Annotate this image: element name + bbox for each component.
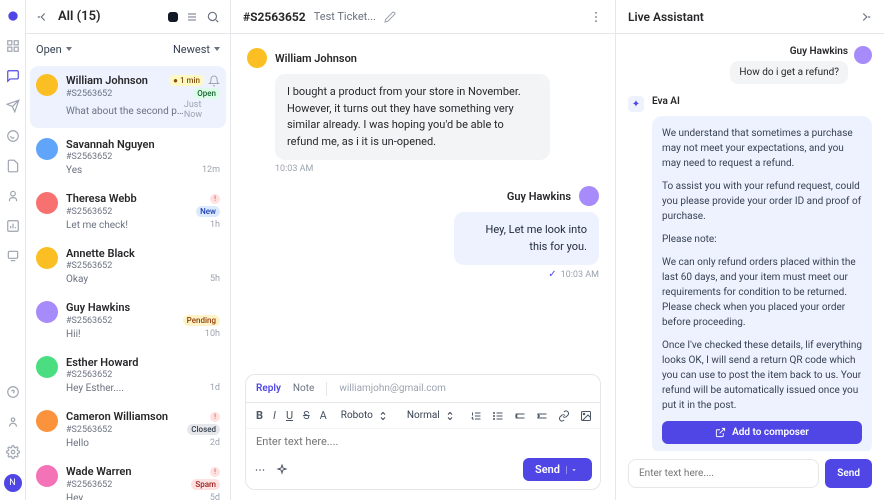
more-icon[interactable]	[254, 464, 266, 476]
sort-filter[interactable]: Newest	[173, 43, 220, 56]
avatar	[36, 465, 58, 487]
message-time: 10:03 AM	[275, 164, 599, 174]
doc-icon[interactable]	[5, 158, 21, 174]
avatar	[36, 74, 58, 96]
link-icon[interactable]	[558, 410, 570, 422]
composer: Reply Note williamjohn@gmail.com B I U S…	[245, 374, 601, 490]
ticket-id: #S2563652	[243, 10, 306, 24]
bell-icon	[208, 75, 220, 87]
warn-icon	[210, 194, 220, 204]
conversation-item[interactable]: Guy Hawkins #S2563652Pending Hii!10h	[26, 293, 230, 348]
check-icon: ✓	[548, 269, 556, 280]
conversation-item[interactable]: William Johnson● 1 min #S2563652Open Wha…	[30, 66, 226, 128]
text-style-icon[interactable]: A	[320, 409, 327, 422]
device-icon[interactable]	[5, 248, 21, 264]
message-bubble: I bought a product from your store in No…	[275, 74, 550, 160]
conversation-item[interactable]: Annette Black #S2563652 Okay5h	[26, 239, 230, 293]
filter-row: Open Newest	[26, 34, 230, 64]
help-icon[interactable]	[5, 384, 21, 400]
avatar	[36, 138, 58, 160]
avatar	[247, 48, 267, 68]
avatar	[36, 301, 58, 323]
send-icon[interactable]	[5, 98, 21, 114]
logo-icon[interactable]	[5, 8, 21, 24]
warn-icon	[210, 412, 220, 422]
assistant-title: Live Assistant	[628, 10, 704, 24]
dashboard-icon[interactable]	[5, 38, 21, 54]
chat-header: #S2563652 Test Ticket...	[231, 0, 615, 34]
ul-icon[interactable]	[492, 410, 504, 422]
font-family-select[interactable]: Roboto	[337, 409, 393, 423]
italic-icon[interactable]: I	[273, 409, 276, 422]
outdent-icon[interactable]	[514, 410, 526, 422]
bold-icon[interactable]: B	[256, 409, 263, 422]
view-toggle-icon[interactable]	[168, 12, 178, 22]
ticket-name: Test Ticket...	[314, 10, 376, 23]
image-icon[interactable]	[580, 410, 592, 422]
assistant-send-button[interactable]: Send	[825, 459, 872, 488]
send-dropdown-icon	[566, 466, 580, 474]
strike-icon[interactable]: S	[303, 409, 310, 422]
message-time: ✓10:03 AM	[413, 269, 599, 280]
chart-icon[interactable]	[5, 218, 21, 234]
ai-message-header: ✦ Eva AI	[628, 96, 872, 112]
avatar	[36, 247, 58, 269]
message-input[interactable]	[256, 435, 590, 448]
font-size-select[interactable]: Normal	[403, 409, 460, 423]
assistant-input[interactable]	[628, 459, 819, 488]
assistant-input-row: Send	[628, 459, 872, 488]
tab-note[interactable]: Note	[293, 383, 314, 394]
customer-message: William Johnson I bought a product from …	[247, 48, 599, 186]
format-toolbar: B I U S A Roboto Normal	[246, 403, 600, 429]
list-header: All (15)	[26, 0, 230, 34]
kebab-icon[interactable]	[589, 10, 603, 24]
underline-icon[interactable]: U	[286, 409, 293, 422]
user-bubble: How do i get a refund?	[730, 61, 848, 84]
list-view-icon[interactable]	[186, 11, 198, 23]
add-to-composer-button[interactable]: Add to composer	[662, 421, 862, 444]
status-filter[interactable]: Open	[36, 43, 72, 56]
user-message: Guy Hawkins How do i get a refund?	[730, 46, 872, 84]
chat-panel: #S2563652 Test Ticket... William Johnson…	[231, 0, 616, 500]
conversation-item[interactable]: Cameron Williamson #S2563652Closed Hello…	[26, 402, 230, 457]
assistant-panel: Live Assistant Guy Hawkins How do i get …	[616, 0, 884, 500]
conversation-item[interactable]: Esther Howard #S2563652 Hey Esther....1d	[26, 348, 230, 402]
message-thread: William Johnson I bought a product from …	[231, 34, 615, 368]
indent-icon[interactable]	[536, 410, 548, 422]
warn-icon	[210, 467, 220, 477]
whatsapp-icon[interactable]	[5, 128, 21, 144]
search-icon[interactable]	[206, 10, 220, 24]
avatar	[36, 192, 58, 214]
conversation-item[interactable]: Wade Warren #S2563652Spam Hey5d	[26, 457, 230, 500]
assistant-header: Live Assistant	[616, 0, 884, 34]
message-bubble: Hey, Let me look into this for you.	[454, 212, 599, 265]
contacts-icon[interactable]	[5, 188, 21, 204]
tab-reply[interactable]: Reply	[256, 383, 281, 394]
user-avatar[interactable]: N	[4, 474, 22, 492]
edit-icon[interactable]	[384, 11, 396, 23]
list-title: All (15)	[58, 9, 160, 24]
assistant-body: Guy Hawkins How do i get a refund? ✦ Eva…	[616, 34, 884, 451]
ai-icon: ✦	[628, 96, 644, 112]
inbox-icon[interactable]	[5, 68, 21, 84]
agent-message: Guy Hawkins Hey, Let me look into this f…	[413, 186, 599, 292]
send-button[interactable]: Send	[523, 458, 592, 481]
conversation-item[interactable]: Theresa Webb #S2563652New Let me check!1…	[26, 184, 230, 239]
ai-icon[interactable]	[276, 464, 288, 476]
conversation-list: William Johnson● 1 min #S2563652Open Wha…	[26, 64, 230, 500]
collapse-icon[interactable]	[858, 10, 872, 24]
ol-icon[interactable]	[470, 410, 482, 422]
ai-bubble: We understand that sometimes a purchase …	[652, 116, 872, 451]
avatar	[36, 356, 58, 378]
conversation-panel: All (15) Open Newest William Johnson● 1 …	[26, 0, 231, 500]
avatar	[579, 186, 599, 206]
back-icon[interactable]	[36, 10, 50, 24]
profile-icon[interactable]	[5, 414, 21, 430]
conversation-item[interactable]: Savannah Nguyen #S2563652 Yes12m	[26, 130, 230, 184]
nav-rail: N	[0, 0, 26, 500]
settings-icon[interactable]	[5, 444, 21, 460]
avatar	[36, 410, 58, 432]
avatar	[854, 46, 872, 64]
recipient-email: williamjohn@gmail.com	[339, 383, 446, 394]
